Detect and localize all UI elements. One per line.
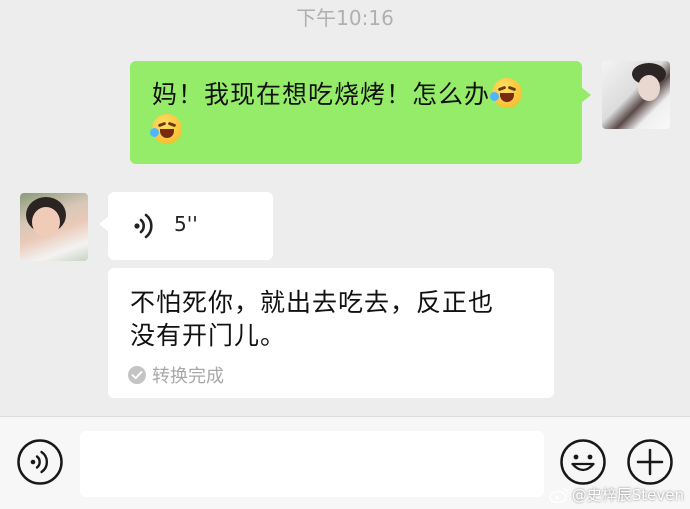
watermark-text: @史梓辰Steven (571, 486, 684, 504)
outgoing-message-bubble[interactable]: 妈！我现在想吃烧烤！怎么办 (130, 61, 591, 164)
avatar-contact[interactable] (20, 193, 88, 261)
transcript-status-label: 转换完成 (152, 366, 224, 387)
message-input[interactable] (80, 431, 544, 497)
check-circle-icon (128, 366, 146, 384)
transcript-line: 不怕死你，就出去吃去，反正也 (130, 288, 495, 317)
more-plus-button[interactable] (627, 439, 673, 485)
crying-laughing-emoji-icon (490, 78, 523, 108)
weibo-logo-icon (548, 487, 569, 503)
message-timestamp: 下午10:16 (296, 6, 394, 30)
avatar-self[interactable] (602, 61, 670, 129)
emoji-button[interactable] (560, 439, 606, 485)
transcript-status: 转换完成 (128, 362, 224, 388)
crying-laughing-emoji-icon (150, 114, 182, 144)
outgoing-message-text: 妈！我现在想吃烧烤！怎么办 (152, 80, 491, 109)
voice-message-bubble[interactable]: 5'' (99, 192, 273, 260)
voice-duration: 5'' (174, 212, 198, 236)
voice-wave-icon (134, 213, 153, 239)
voice-transcript-bubble[interactable]: 不怕死你，就出去吃去，反正也 没有开门儿。 转换完成 (108, 268, 554, 398)
transcript-line: 没有开门儿。 (130, 321, 287, 350)
transcript-text: 不怕死你，就出去吃去，反正也 没有开门儿。 (130, 286, 532, 352)
weibo-watermark: @史梓辰Steven (548, 484, 684, 505)
voice-input-button[interactable] (17, 439, 63, 485)
